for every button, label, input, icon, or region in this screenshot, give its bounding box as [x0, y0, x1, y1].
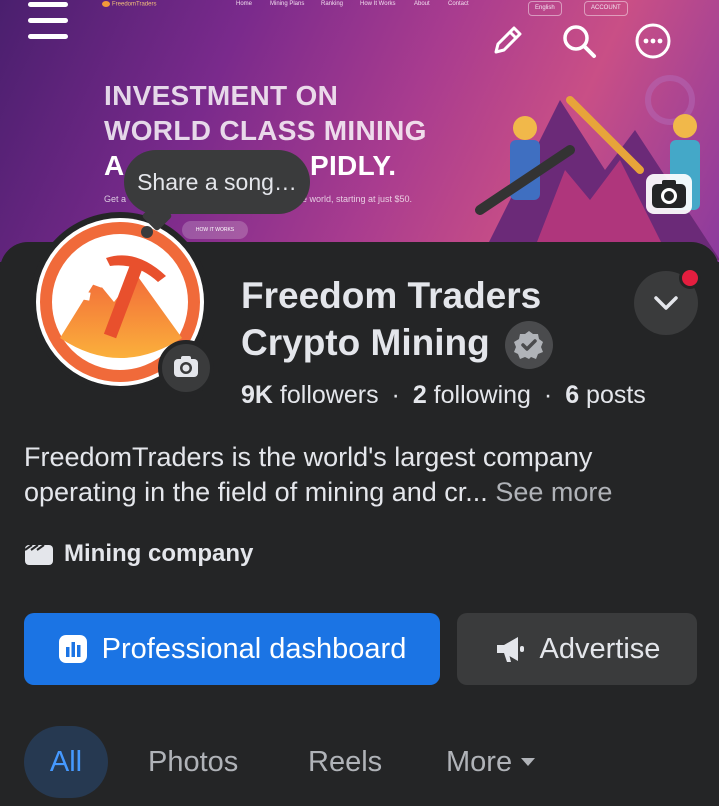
cover-hero-line-3-start: A: [104, 150, 125, 181]
page-title-line-2: Crypto Mining: [241, 322, 490, 363]
cover-nav-item: About: [414, 1, 430, 7]
edit-pencil-icon[interactable]: [488, 22, 526, 60]
search-icon[interactable]: [560, 22, 598, 60]
cover-hero-sub-start: Get a: [104, 194, 127, 204]
megaphone-icon: [496, 637, 524, 662]
camera-icon: [174, 356, 198, 377]
cover-illustration: [475, 75, 719, 260]
advertise-label: Advertise: [539, 632, 661, 665]
following-link[interactable]: 2 following: [413, 381, 531, 409]
cover-hero-button: HOW IT WORKS: [182, 221, 248, 239]
category-label: Mining company: [64, 540, 254, 567]
cover-nav-item: How It Works: [360, 1, 396, 7]
professional-dashboard-label: Professional dashboard: [101, 632, 407, 665]
cover-nav-item: Ranking: [321, 1, 344, 7]
cover-camera-button[interactable]: [646, 174, 692, 214]
tab-photos[interactable]: Photos: [148, 726, 238, 798]
category-icon: [24, 544, 53, 565]
cover-hero-line-3-end: PIDLY.: [310, 150, 397, 181]
cover-lang-selector: English: [528, 1, 562, 16]
cover-nav-item: Contact: [448, 1, 469, 7]
cover-nav-item: Mining Plans: [270, 1, 305, 7]
more-options-icon[interactable]: [634, 22, 672, 60]
cover-site-nav: FreedomTraders Home Mining Plans Ranking…: [0, 0, 719, 16]
notification-dot: [679, 267, 701, 289]
professional-dashboard-button[interactable]: Professional dashboard: [24, 613, 440, 685]
cover-hero-sub-end: e world, starting at just $50.: [302, 194, 413, 204]
tab-reels[interactable]: Reels: [308, 726, 382, 798]
page-title-line-1: Freedom Traders: [241, 275, 542, 316]
dashboard-chart-icon: [58, 635, 87, 663]
see-more-link[interactable]: See more: [495, 477, 612, 507]
menu-icon[interactable]: [28, 2, 68, 42]
cover-site-logo: FreedomTraders: [102, 1, 156, 8]
cover-hero-line-2: WORLD CLASS MINING: [104, 115, 427, 146]
tab-more-label: More: [446, 746, 513, 778]
caret-down-icon: [521, 758, 536, 766]
followers-link[interactable]: 9K followers: [241, 381, 379, 409]
posts-link[interactable]: 6 posts: [565, 381, 646, 409]
cover-nav-item: Home: [236, 1, 253, 7]
verified-badge-icon[interactable]: [505, 321, 553, 369]
page-bio: FreedomTraders is the world's largest co…: [24, 440, 704, 510]
profile-stats: 9K followers · 2 following · 6 posts: [241, 381, 646, 409]
cover-hero-line-1: INVESTMENT ON: [104, 80, 339, 111]
tab-all[interactable]: All: [24, 726, 108, 798]
cover-account-button: ACCOUNT: [584, 1, 628, 16]
camera-icon: [652, 180, 686, 208]
tab-more[interactable]: More: [446, 726, 538, 798]
page-category: Mining company: [24, 540, 253, 568]
profile-picture-camera-button[interactable]: [158, 340, 214, 396]
song-bubble-dot: [141, 226, 153, 238]
advertise-button[interactable]: Advertise: [457, 613, 697, 685]
page-title: Freedom Traders Crypto Mining: [241, 272, 541, 366]
share-song-bubble[interactable]: Share a song…: [124, 150, 310, 214]
